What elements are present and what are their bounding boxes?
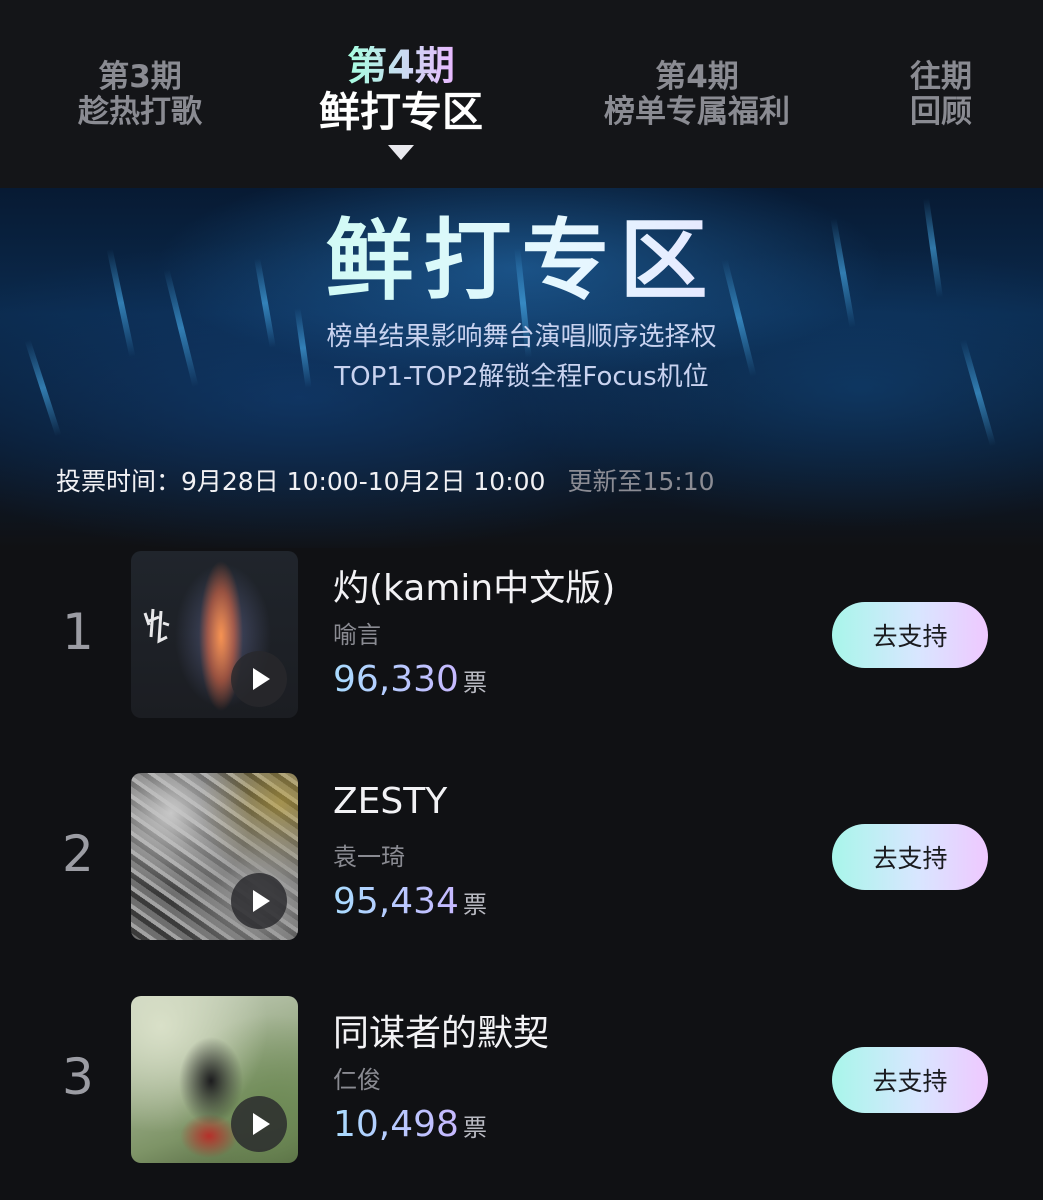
tab-line2: 回顾 (910, 94, 972, 130)
tab-line2: 鲜打专区 (319, 88, 483, 136)
vote-count: 95,434 票 (333, 881, 487, 922)
album-cover[interactable] (131, 551, 298, 718)
support-button[interactable]: 去支持 (832, 1047, 988, 1113)
tab-past-review[interactable]: 往期 回顾 (894, 0, 988, 188)
tab-period4-benefits[interactable]: 第4期 榜单专属福利 (584, 0, 810, 188)
play-button[interactable] (231, 1096, 287, 1152)
tab-line2: 趁热打歌 (78, 94, 202, 130)
album-cover[interactable] (131, 773, 298, 940)
tab-line1: 往期 (910, 59, 972, 95)
song-row: 3 同谋者的默契 仁俊 10,498 票 去支持 (0, 996, 1043, 1164)
tab-period3-hot[interactable]: 第3期 趁热打歌 (58, 0, 222, 188)
active-tab-caret-icon (388, 145, 414, 160)
play-button[interactable] (231, 873, 287, 929)
tab-period4-fresh[interactable]: 第4期 鲜打专区 (296, 0, 506, 188)
vote-unit: 票 (462, 669, 487, 697)
hero-subtitle-2: TOP1-TOP2解锁全程Focus机位 (334, 362, 709, 392)
hero-title: 鲜打专区 (0, 190, 1043, 317)
vote-number: 95,434 (333, 881, 459, 922)
hero-subtitle-1: 榜单结果影响舞台演唱顺序选择权 (326, 322, 717, 352)
play-button[interactable] (231, 651, 287, 707)
page-root: 第3期 趁热打歌 第4期 鲜打专区 第4期 榜单专属福利 往期 回顾 鲜打专区 … (0, 0, 1043, 1200)
song-title: 同谋者的默契 (333, 1013, 550, 1054)
rank-number: 3 (62, 1048, 94, 1106)
update-time-text: 更新至15:10 (567, 467, 715, 496)
tab-line1: 第3期 (98, 59, 182, 95)
artist-name: 喻言 (333, 621, 381, 649)
artist-name: 仁俊 (333, 1066, 381, 1094)
song-row: 1 灼(kamin中文版) 喻言 96,330 票 去支持 (0, 551, 1043, 719)
tab-line1: 第4期 (655, 59, 739, 95)
rank-number: 2 (62, 825, 94, 883)
rank-number: 1 (62, 603, 94, 661)
vote-time-row: 投票时间：9月28日 10:00-10月2日 10:00 更新至15:10 (56, 462, 715, 498)
vote-time-text: 投票时间：9月28日 10:00-10月2日 10:00 (56, 467, 546, 496)
support-button[interactable]: 去支持 (832, 824, 988, 890)
album-cover[interactable] (131, 996, 298, 1163)
vote-number: 96,330 (333, 659, 459, 700)
tab-line1: 第4期 (347, 43, 455, 89)
vote-count: 10,498 票 (333, 1104, 487, 1145)
song-title: ZESTY (333, 781, 448, 822)
vote-number: 10,498 (333, 1104, 459, 1145)
song-title: 灼(kamin中文版) (333, 568, 616, 609)
tab-bar: 第3期 趁热打歌 第4期 鲜打专区 第4期 榜单专属福利 往期 回顾 (0, 0, 1043, 188)
vote-unit: 票 (462, 891, 487, 919)
song-row: 2 ZESTY 袁一琦 95,434 票 去支持 (0, 773, 1043, 941)
support-button[interactable]: 去支持 (832, 602, 988, 668)
vote-count: 96,330 票 (333, 659, 487, 700)
artist-name: 袁一琦 (333, 843, 405, 871)
vote-unit: 票 (462, 1114, 487, 1142)
tab-line2: 榜单专属福利 (604, 94, 790, 130)
